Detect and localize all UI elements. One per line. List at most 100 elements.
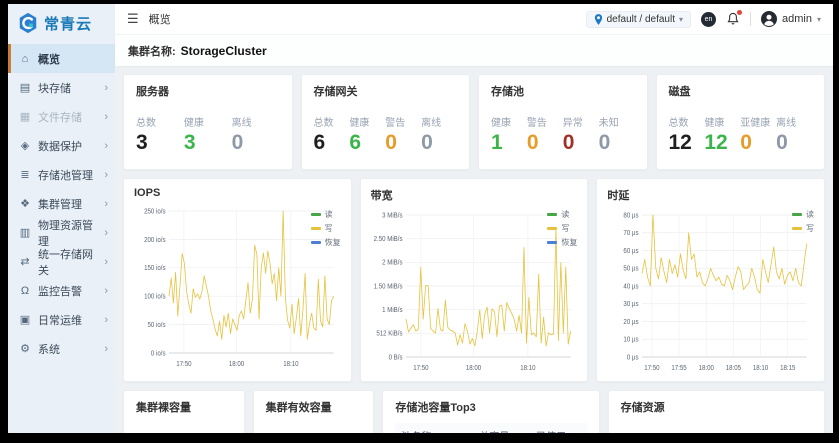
pool-top3-table: 池名称 总容量 已使用 StoragePool43.7 TiB3.20 TiB [395,423,586,433]
card-title: 存储网关 [314,83,458,99]
sidebar-item-label: 集群管理 [38,196,82,212]
raw-capacity-card: 集群裸容量 [123,390,245,433]
bottom-cards-row: 集群裸容量 集群有效容量 存储池容量Top3 池名称 总容量 已使 [123,390,825,433]
stats-group: 总数3健康3离线0 [136,114,280,154]
gear-icon: ⚙ [19,342,31,355]
sidebar-item-bell[interactable]: Ω监控告警› [8,276,115,305]
sidebar-item-ops[interactable]: ▣日常运维› [8,305,115,334]
stat: 警告0 [385,114,421,154]
stat-label: 健康 [491,114,527,129]
svg-text:17:55: 17:55 [672,365,688,372]
chevron-right-icon: › [104,256,108,268]
sidebar-item-home[interactable]: ⌂概览 [8,44,115,73]
card-title: 存储资源 [621,399,812,415]
legend-swatch [547,227,557,230]
chart-title: 带宽 [371,187,578,203]
sidebar-item-storage-pool[interactable]: ≣存储池管理› [8,160,115,189]
card-title: 集群有效容量 [266,399,362,415]
svg-text:100 io/s: 100 io/s [144,293,166,300]
bandwidth-legend: 读写恢复 [547,209,577,248]
sidebar-item-cluster[interactable]: ❖集群管理› [8,189,115,218]
stat: 总数 12 [669,114,705,154]
svg-text:1.50 MiB/s: 1.50 MiB/s [373,283,403,290]
svg-text:150 io/s: 150 io/s [144,265,166,272]
sidebar-item-block-storage[interactable]: ▤块存储› [8,73,115,102]
chart-title: IOPS [134,187,341,199]
stat-label: 总数 [136,114,184,129]
table-header-row: 池名称 总容量 已使用 [395,423,586,433]
user-menu[interactable]: admin ▾ [761,11,821,27]
sidebar: 常青云 ⌂概览▤块存储› ▦ 文件存储 › ◈数据保护›≣存储池管理›❖集群管理›▥物理… [8,4,115,433]
svg-text:60 µs: 60 µs [624,248,640,255]
sidebar-item-label: 系统 [38,341,60,357]
dashboard-content: 服务器总数3健康3离线0存储网关总数6健康6警告0离线0存储池健康1警告0异常0… [115,66,833,433]
stat-value: 6 [349,131,385,154]
stat-value: 0 [421,131,457,154]
pool-top3-card: 存储池容量Top3 池名称 总容量 已使用 StoragePool43.7 Ti… [382,390,599,433]
username: admin [782,13,812,25]
legend-label: 写 [325,223,333,234]
svg-text:40 µs: 40 µs [624,283,640,290]
svg-text:10 µs: 10 µs [624,336,640,343]
sidebar-item-label: 文件存储 [38,109,82,125]
svg-text:18:10: 18:10 [753,365,769,372]
card-title: 存储池 [491,83,635,99]
cluster-name-label: 集群名称: [128,43,176,59]
legend-item[interactable]: 读 [547,209,577,220]
sidebar-item-file-storage[interactable]: ▦文件存储› [8,102,115,131]
latency-chart-card: 时延 读写 0 µs10 µs20 µs30 µs40 µs50 µs60 µs… [596,178,825,382]
sidebar-collapse-icon[interactable]: ☰ [127,11,139,27]
stat-value: 6 [314,131,350,154]
legend-item[interactable]: 写 [311,223,341,234]
stat: 健康6 [349,114,385,154]
stat-label: 警告 [385,114,421,129]
legend-label: 读 [325,209,333,220]
svg-text:18:00: 18:00 [699,365,715,372]
stat-label: 警告 [527,114,563,129]
charts-row: IOPS 读写恢复 0 io/s50 io/s100 io/s150 io/s2… [123,178,825,382]
breadcrumb: 概览 [149,11,171,27]
legend-swatch [547,213,557,216]
main-area: ☰ 概览 default / default ▾ en [115,4,833,433]
stat-label: 异常 [563,114,599,129]
sidebar-item-server-rack[interactable]: ▥物理资源管理› [8,218,115,247]
chevron-down-icon: ▾ [817,15,821,24]
svg-text:70 µs: 70 µs [624,230,640,237]
sidebar-item-gear[interactable]: ⚙系统› [8,334,115,363]
language-toggle-icon[interactable]: en [701,12,716,27]
legend-item[interactable]: 读 [311,209,341,220]
stat-value: 0 [599,131,635,154]
chevron-down-icon: ▾ [679,15,683,24]
sidebar-item-shield[interactable]: ◈数据保护› [8,131,115,160]
stat: 警告0 [527,114,563,154]
scope-selector[interactable]: default / default ▾ [586,11,691,28]
chevron-right-icon: › [104,314,108,326]
svg-text:18:10: 18:10 [520,365,536,372]
legend-item[interactable]: 恢复 [547,237,577,248]
sidebar-item-label: 物理资源管理 [38,217,97,249]
file-storage-icon: ▦ [19,110,31,123]
iops-chart: 0 io/s50 io/s100 io/s150 io/s200 io/s250… [134,201,341,373]
notification-badge [737,10,742,15]
stat-value: 12 [669,131,705,154]
topbar-actions: default / default ▾ en admin ▾ [586,11,821,28]
notifications-bell-icon[interactable] [726,12,740,26]
stat: 离线0 [776,114,812,154]
svg-text:250 io/s: 250 io/s [144,208,166,215]
svg-text:30 µs: 30 µs [624,301,640,308]
legend-item[interactable]: 恢复 [311,237,341,248]
legend-item[interactable]: 写 [547,223,577,234]
stat-label: 总数 [669,114,705,129]
legend-label: 读 [561,209,569,220]
svg-text:50 io/s: 50 io/s [148,322,167,329]
legend-item[interactable]: 写 [792,223,814,234]
legend-item[interactable]: 读 [792,209,814,220]
sidebar-item-label: 数据保护 [38,138,82,154]
legend-swatch [547,241,557,244]
stat: 异常0 [563,114,599,154]
app-logo[interactable]: 常青云 [8,4,115,44]
sidebar-item-gateway[interactable]: ⇄统一存储网关› [8,247,115,276]
legend-swatch [792,213,802,216]
card-title: 存储池容量Top3 [395,399,586,415]
stat: 健康3 [184,114,232,154]
